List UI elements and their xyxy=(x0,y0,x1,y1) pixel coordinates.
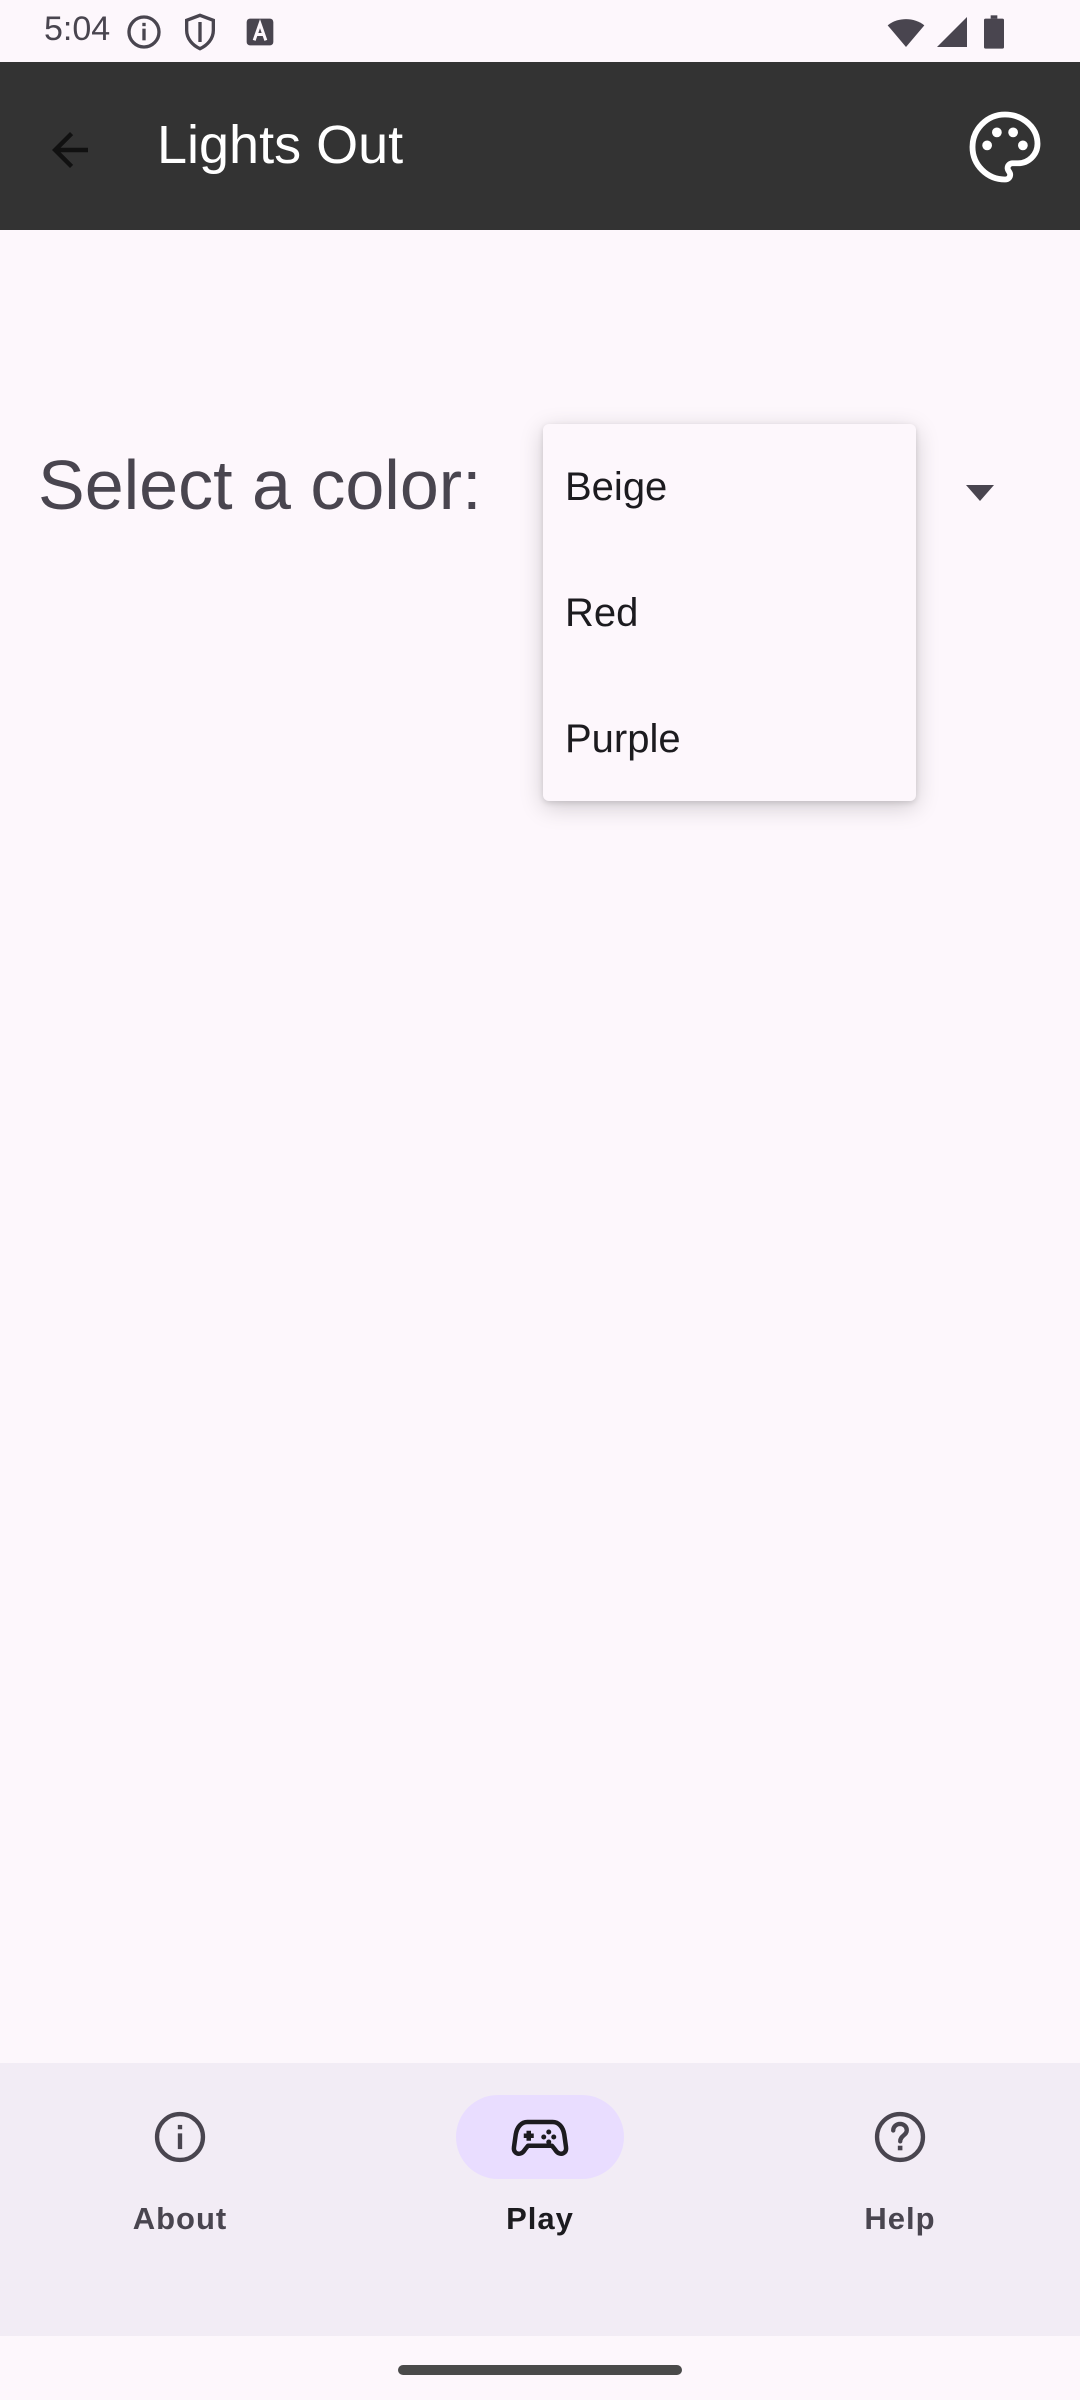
status-bar: 5:04 xyxy=(0,0,1080,62)
nav-label-help: Help xyxy=(864,2201,936,2236)
dropdown-option-red[interactable]: Red xyxy=(543,550,916,676)
nav-icon-container xyxy=(96,2095,264,2179)
gamepad-icon xyxy=(511,2119,569,2156)
color-dropdown-menu: Beige Red Purple xyxy=(543,424,916,801)
dropdown-option-beige[interactable]: Beige xyxy=(543,424,916,550)
palette-button[interactable] xyxy=(960,102,1050,192)
info-icon xyxy=(154,2111,206,2163)
dropdown-arrow-icon[interactable] xyxy=(960,478,1000,508)
nav-label-about: About xyxy=(132,2201,228,2236)
status-time: 5:04 xyxy=(44,10,111,48)
palette-icon xyxy=(969,111,1041,183)
app-title: Lights Out xyxy=(157,115,404,175)
text-a-icon xyxy=(246,18,274,46)
nav-item-about[interactable]: About xyxy=(0,2063,360,2336)
wifi-icon xyxy=(887,19,925,47)
system-navigation-bar xyxy=(0,2336,1080,2400)
dropdown-option-purple[interactable]: Purple xyxy=(543,676,916,802)
nav-label-play: Play xyxy=(506,2201,574,2236)
shield-icon xyxy=(185,13,215,51)
nav-item-play[interactable]: Play xyxy=(360,2063,720,2336)
battery-icon xyxy=(984,15,1004,49)
back-button[interactable] xyxy=(30,110,110,190)
help-icon xyxy=(874,2111,926,2163)
app-bar: Lights Out xyxy=(0,62,1080,230)
select-color-label: Select a color: xyxy=(38,446,482,524)
nav-active-indicator xyxy=(456,2095,624,2179)
arrow-left-icon xyxy=(52,132,88,168)
signal-icon xyxy=(937,17,967,47)
nav-icon-container xyxy=(816,2095,984,2179)
nav-item-help[interactable]: Help xyxy=(720,2063,1080,2336)
info-icon xyxy=(127,15,161,49)
home-indicator[interactable] xyxy=(398,2365,682,2375)
bottom-navigation: About Play Help xyxy=(0,2063,1080,2336)
